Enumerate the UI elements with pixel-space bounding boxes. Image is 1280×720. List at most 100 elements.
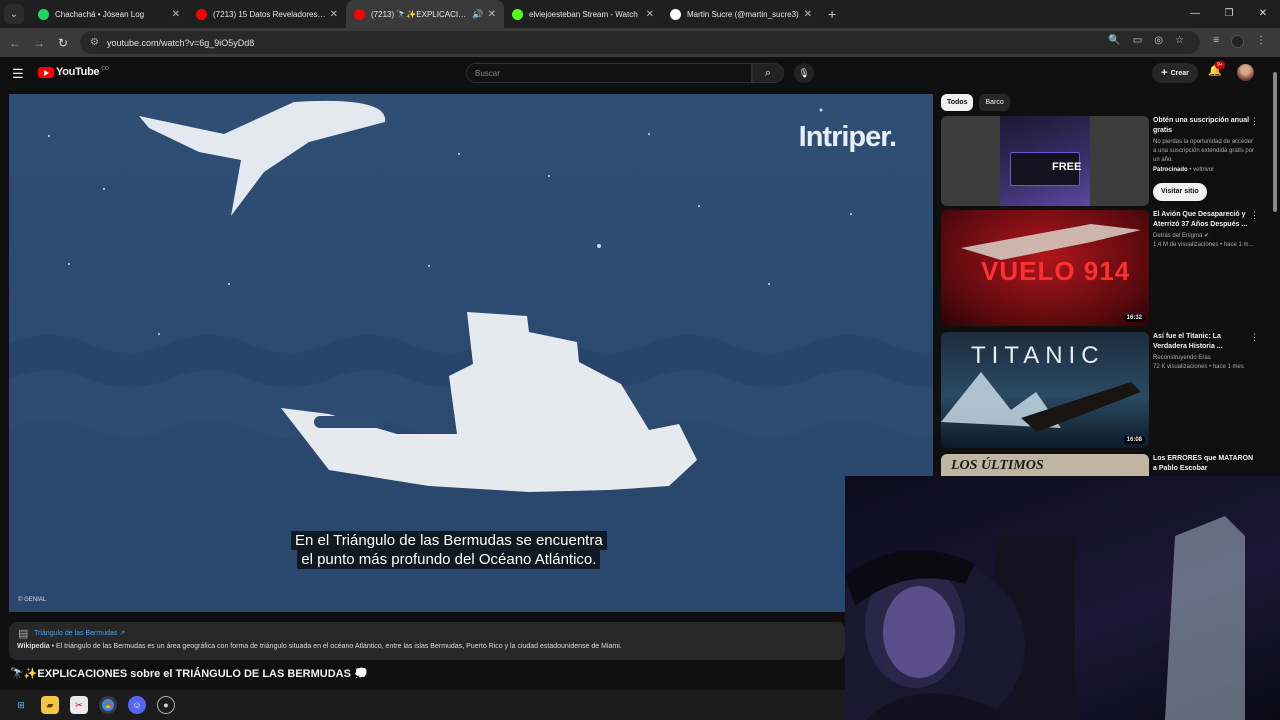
rec-thumbnail[interactable]: TITANIC 16:08: [941, 332, 1149, 448]
ad-thumbnail[interactable]: FREE: [941, 116, 1149, 206]
ad-description: No pierdas la oportunidad de acceder a u…: [1153, 139, 1255, 163]
browser-tab[interactable]: (7213) 15 Datos Reveladores Sobre ✕: [188, 0, 346, 28]
article-icon: ▤: [18, 628, 29, 640]
rec-channel[interactable]: Detrás del Enigma ✔: [1153, 232, 1255, 241]
watermark: Intriper.: [798, 121, 897, 153]
create-label: Crear: [1170, 69, 1189, 77]
toolbar-extensions: ≡ ⋮: [1213, 35, 1266, 48]
duration-badge: 16:32: [1123, 314, 1145, 322]
caption-line-1: En el Triángulo de las Bermudas se encue…: [291, 531, 607, 550]
duration-badge: 16:08: [1123, 436, 1145, 444]
eye-off-icon[interactable]: ◎: [1154, 35, 1163, 46]
video-player[interactable]: Intriper. En el Triángulo de las Bermuda…: [9, 94, 933, 612]
search-icon: ⌕: [764, 67, 772, 79]
tab-title: Chachachá • Jósean Log: [55, 9, 145, 19]
omnibox-actions: 🔍 ▭ ◎ ☆: [1108, 35, 1184, 46]
notification-badge: 9+: [1215, 61, 1225, 69]
tab-favicon-icon: [196, 8, 207, 20]
ad-sponsor: Patrocinado • veltrivor: [1153, 166, 1255, 175]
rec-meta: El Avión Que Desapareció y Aterrizó 37 A…: [1153, 210, 1255, 250]
tab-close-icon[interactable]: ✕: [646, 9, 654, 20]
tab-search-button[interactable]: ⌄: [4, 4, 24, 24]
rec-title: Así fue el Titanic: La Verdadera Histori…: [1153, 333, 1223, 350]
site-info-icon[interactable]: ⚙: [90, 37, 99, 48]
speaker-icon[interactable]: 🔊: [472, 9, 483, 20]
user-avatar[interactable]: [1237, 64, 1254, 81]
ad-free-text: FREE: [1052, 161, 1082, 173]
ad-sponsored-label: Patrocinado: [1153, 167, 1188, 173]
ad-meta: Obtén una suscripción anual gratis No pi…: [1153, 116, 1255, 201]
zoom-icon[interactable]: 🔍: [1108, 35, 1120, 46]
window-controls: — ❐ ✕: [1178, 0, 1280, 28]
voice-search-button[interactable]: 🎙: [794, 63, 814, 83]
browser-tab[interactable]: (7213) 🔭✨EXPLICACIONES 🔊 ✕: [346, 0, 504, 28]
rec-thumb-text: TITANIC: [971, 342, 1105, 369]
reading-list-icon[interactable]: ≡: [1213, 35, 1219, 48]
youtube-play-icon: [38, 66, 54, 78]
rec-title: El Avión Que Desapareció y Aterrizó 37 A…: [1153, 211, 1248, 228]
cast-icon[interactable]: ▭: [1133, 35, 1142, 46]
search-button[interactable]: ⌕: [752, 63, 784, 83]
minimize-button[interactable]: —: [1178, 0, 1212, 28]
file-explorer-icon[interactable]: ▰: [41, 696, 59, 714]
rec-thumb-text: VUELO 914: [981, 256, 1131, 286]
webcam-overlay: [845, 476, 1280, 720]
browser-tab[interactable]: Chachachá • Jósean Log ✕: [30, 0, 188, 28]
browser-menu-icon[interactable]: ⋮: [1256, 35, 1266, 48]
more-options-icon[interactable]: ⋮: [1250, 116, 1259, 127]
more-options-icon[interactable]: ⋮: [1250, 332, 1259, 343]
rec-title: Los ERRORES que MATARON a Pablo Escobar: [1153, 455, 1254, 472]
rec-channel[interactable]: Reconstruyendo Eras: [1153, 354, 1255, 363]
webcam-image: [845, 516, 1245, 720]
obs-icon[interactable]: ●: [157, 696, 175, 714]
rec-thumbnail[interactable]: LOS ÚLTIMOS: [941, 454, 1149, 476]
microphone-icon: 🎙: [798, 68, 810, 78]
logo-text: YouTube: [56, 66, 100, 78]
new-tab-button[interactable]: +: [828, 6, 836, 22]
reload-button[interactable]: ↻: [51, 36, 75, 50]
rec-thumbnail[interactable]: VUELO 914 16:32: [941, 210, 1149, 326]
search-input[interactable]: Buscar: [466, 63, 752, 83]
ad-title: Obtén una suscripción anual gratis: [1153, 117, 1250, 134]
windows-start-icon[interactable]: ⊞: [12, 696, 30, 714]
rec-meta: Así fue el Titanic: La Verdadera Histori…: [1153, 332, 1255, 372]
omnibox[interactable]: ⚙ youtube.com/watch?v=6g_9iO5yDd8: [80, 31, 1200, 54]
bookmark-star-icon[interactable]: ☆: [1175, 35, 1184, 46]
browser-tab[interactable]: elviejoesteban Stream - Watch ✕: [504, 0, 662, 28]
ad-card[interactable]: FREE Obtén una suscripción anual gratis …: [941, 116, 1271, 206]
tab-close-icon[interactable]: ✕: [172, 9, 180, 20]
browser-tab[interactable]: Martin Sucre (@martin_sucre3) ✕: [662, 0, 820, 28]
ad-advertiser: • veltrivor: [1187, 167, 1215, 173]
back-button[interactable]: ←: [3, 36, 27, 50]
tab-close-icon[interactable]: ✕: [488, 9, 496, 20]
rec-card[interactable]: TITANIC 16:08 Así fue el Titanic: La Ver…: [941, 332, 1271, 448]
profile-avatar[interactable]: [1231, 35, 1244, 48]
create-button[interactable]: + Crear: [1152, 63, 1198, 83]
youtube-logo[interactable]: YouTube CO: [38, 66, 109, 78]
discord-icon[interactable]: ☺: [128, 696, 146, 714]
rec-stats: 72 K visualizaciones • hace 1 mes: [1153, 364, 1244, 370]
forward-button[interactable]: →: [27, 36, 51, 50]
youtube-header: ☰ YouTube CO Buscar ⌕ 🎙 + Crear 🔔 9+: [0, 57, 1280, 90]
tab-title: elviejoesteban Stream - Watch: [529, 9, 638, 19]
rec-thumb-text: LOS ÚLTIMOS: [951, 458, 1044, 473]
tab-title: Martin Sucre (@martin_sucre3): [687, 9, 799, 19]
hamburger-menu-icon[interactable]: ☰: [12, 66, 24, 82]
rec-card[interactable]: LOS ÚLTIMOS Los ERRORES que MATARON a Pa…: [941, 454, 1271, 476]
tab-close-icon[interactable]: ✕: [330, 9, 338, 20]
snipping-tool-icon[interactable]: ✂: [70, 696, 88, 714]
tab-favicon-icon: [670, 8, 681, 20]
logo-country: CO: [101, 66, 109, 72]
tab-close-icon[interactable]: ✕: [804, 9, 812, 20]
restore-button[interactable]: ❐: [1212, 0, 1246, 28]
rec-card[interactable]: VUELO 914 16:32 El Avión Que Desapareció…: [941, 210, 1271, 326]
close-window-button[interactable]: ✕: [1246, 0, 1280, 28]
visit-site-button[interactable]: Visitar sitio: [1153, 183, 1207, 201]
filter-chip[interactable]: Todos: [941, 94, 974, 111]
filter-chip[interactable]: Barco: [979, 94, 1010, 111]
scrollbar-thumb[interactable]: [1273, 72, 1277, 212]
tab-strip: Chachachá • Jósean Log ✕ (7213) 15 Datos R…: [30, 0, 820, 28]
chrome-icon[interactable]: [99, 696, 117, 714]
more-options-icon[interactable]: ⋮: [1250, 210, 1259, 221]
wikipedia-link[interactable]: Triángulo de las Bermudas ↗: [34, 629, 125, 637]
